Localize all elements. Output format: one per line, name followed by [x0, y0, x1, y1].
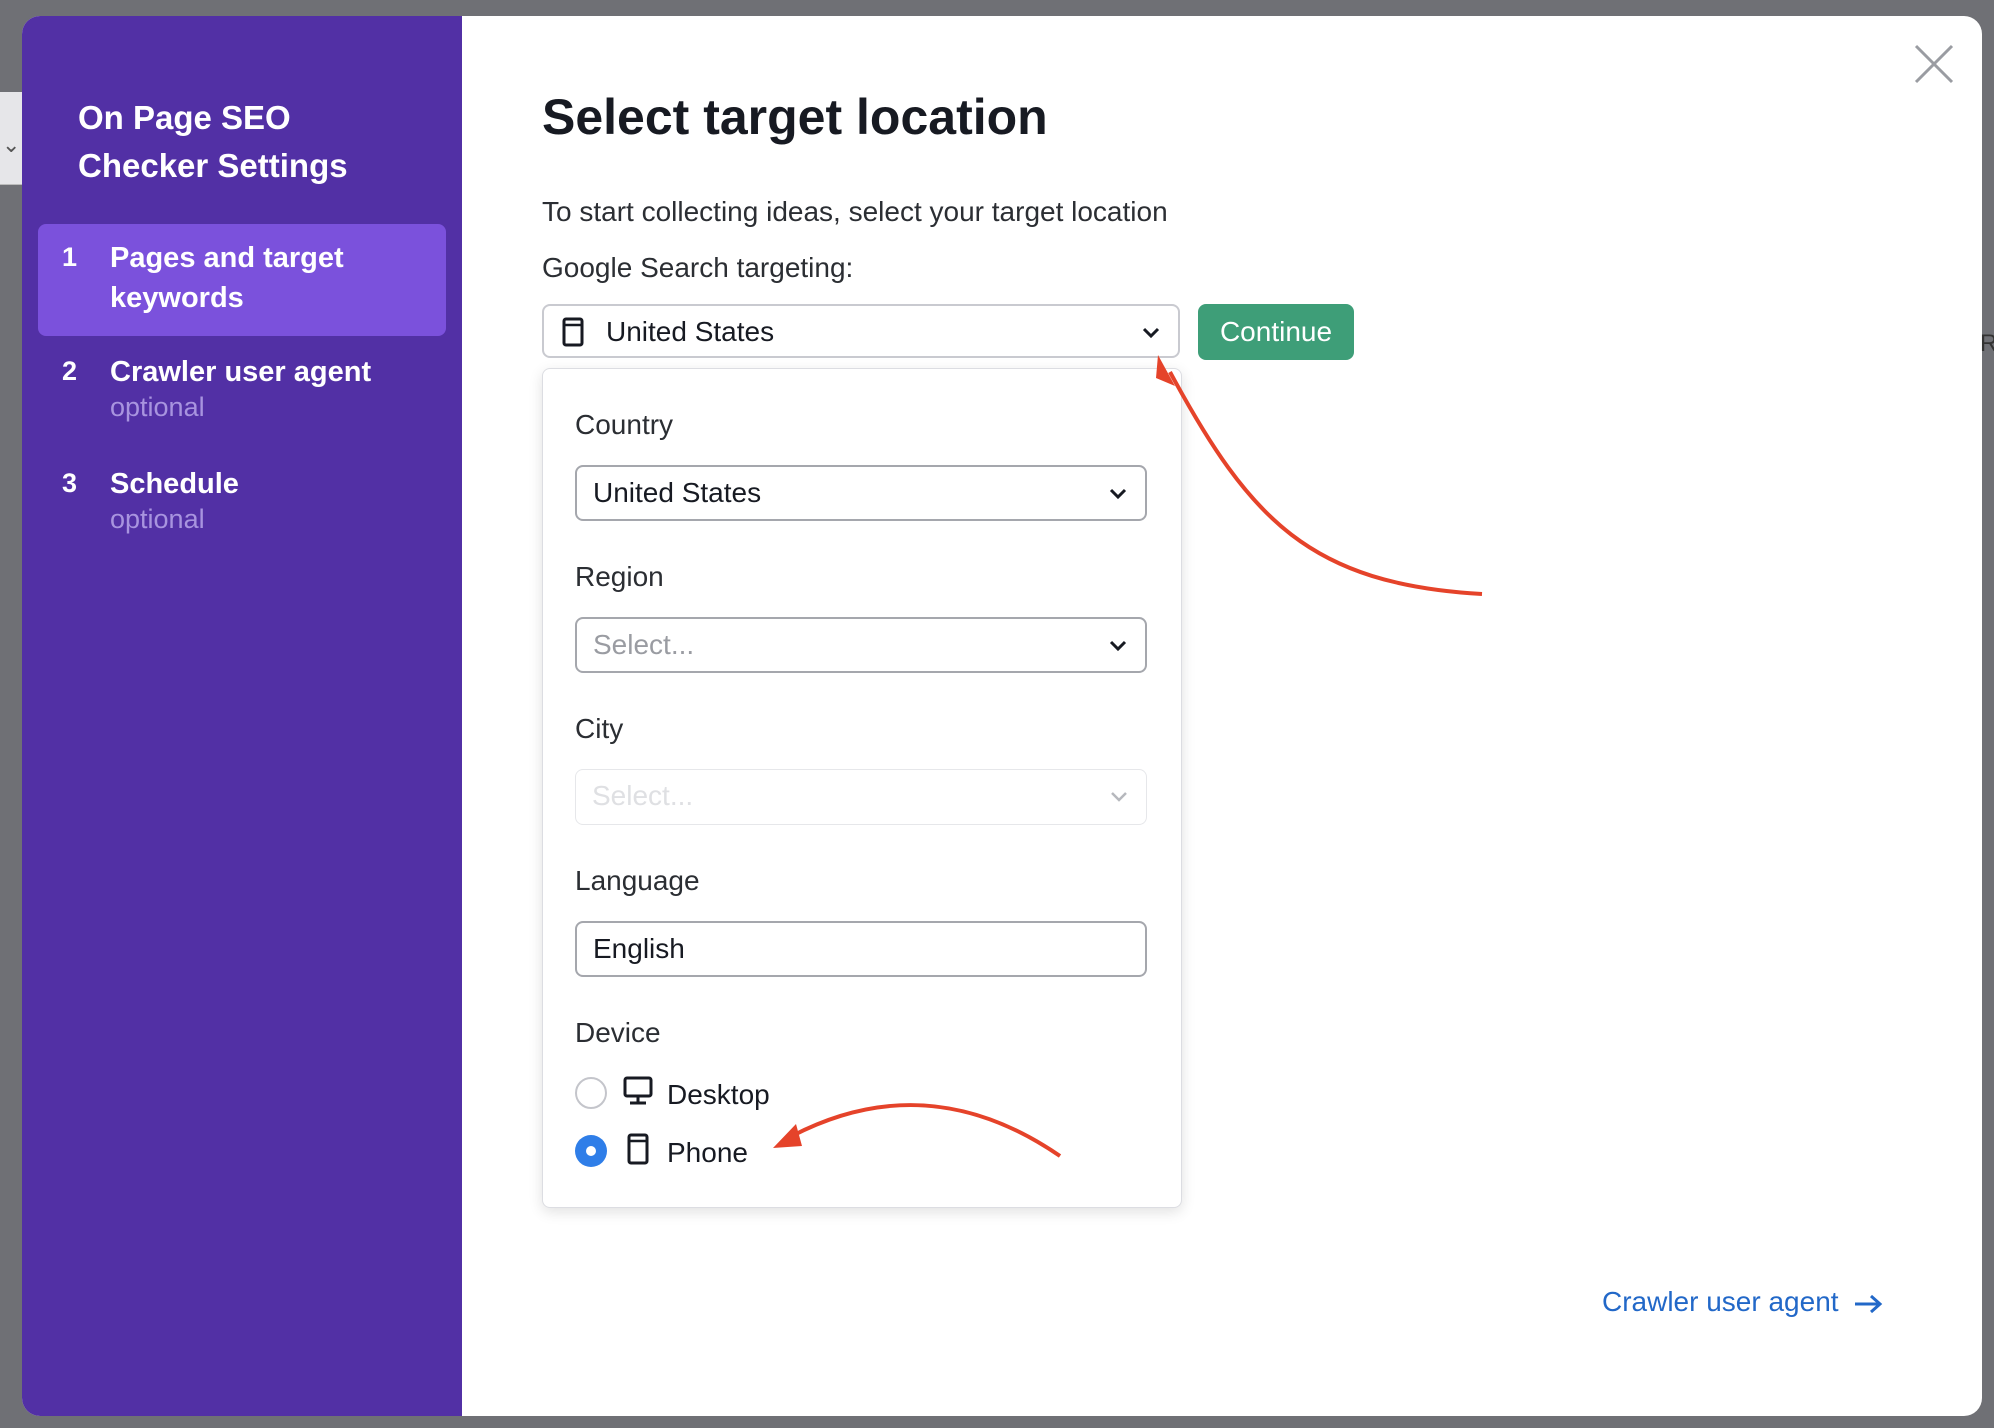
device-label: Device: [575, 1017, 661, 1048]
chevron-down-icon: [1142, 327, 1160, 339]
background-text-fragment: R: [1980, 330, 1994, 357]
phone-icon: [627, 1133, 649, 1165]
sidebar-step-schedule[interactable]: 3 Schedule optional: [38, 450, 446, 550]
step-label: Crawler user agent: [110, 356, 372, 388]
country-value: United States: [593, 477, 762, 508]
desktop-icon: [623, 1076, 653, 1105]
location-dropdown-panel: Country United States Region Select... C…: [542, 368, 1182, 1208]
chevron-down-icon: [1109, 640, 1127, 652]
step-label: Schedule: [110, 468, 239, 500]
next-step-label: Crawler user agent: [1602, 1286, 1839, 1317]
step-number: 2: [62, 356, 78, 386]
page-title: Select target location: [542, 89, 1048, 145]
target-location-select[interactable]: United States: [542, 304, 1180, 358]
language-label: Language: [575, 865, 700, 896]
settings-modal: On Page SEO Checker Settings 1 Pages and…: [22, 16, 1982, 1416]
google-search-targeting-label: Google Search targeting:: [542, 252, 854, 283]
region-label: Region: [575, 561, 664, 592]
phone-radio[interactable]: [575, 1135, 607, 1167]
city-label: City: [575, 713, 624, 744]
settings-sidebar: On Page SEO Checker Settings 1 Pages and…: [22, 16, 462, 1416]
step-number: 3: [62, 468, 78, 498]
sidebar-title: On Page SEO Checker Settings: [78, 99, 348, 184]
region-placeholder: Select...: [593, 629, 695, 660]
next-step-link[interactable]: Crawler user agent: [1602, 1286, 1883, 1318]
device-option-phone[interactable]: Phone: [575, 1133, 875, 1173]
step-number: 1: [62, 242, 78, 272]
close-icon[interactable]: [1912, 42, 1956, 86]
desktop-radio[interactable]: [575, 1077, 607, 1109]
continue-button[interactable]: Continue: [1198, 304, 1354, 360]
country-label: Country: [575, 409, 674, 440]
city-placeholder: Select...: [592, 780, 694, 811]
subtitle: To start collecting ideas, select your t…: [542, 196, 1168, 227]
main-content: Select target location To start collecti…: [462, 16, 1982, 1416]
desktop-label: Desktop: [667, 1079, 770, 1110]
country-select[interactable]: United States: [575, 465, 1147, 521]
step-optional-label: optional: [110, 392, 205, 422]
device-option-desktop[interactable]: Desktop: [575, 1075, 875, 1115]
step-label: Pages and target keywords: [110, 242, 344, 314]
language-input[interactable]: [575, 921, 1147, 977]
chevron-down-icon: [1109, 488, 1127, 500]
target-location-value: United States: [606, 316, 775, 347]
arrow-right-icon: [1854, 1294, 1882, 1313]
phone-label: Phone: [667, 1137, 748, 1168]
city-select: Select...: [575, 769, 1147, 825]
background-chevron-icon: ⌄: [2, 132, 21, 157]
sidebar-step-crawler-user-agent[interactable]: 2 Crawler user agent optional: [38, 338, 446, 438]
step-optional-label: optional: [110, 504, 205, 534]
region-select[interactable]: Select...: [575, 617, 1147, 673]
sidebar-step-pages-and-keywords[interactable]: 1 Pages and target keywords: [38, 224, 446, 336]
chevron-down-icon: [1111, 792, 1127, 802]
phone-icon: [562, 317, 584, 347]
